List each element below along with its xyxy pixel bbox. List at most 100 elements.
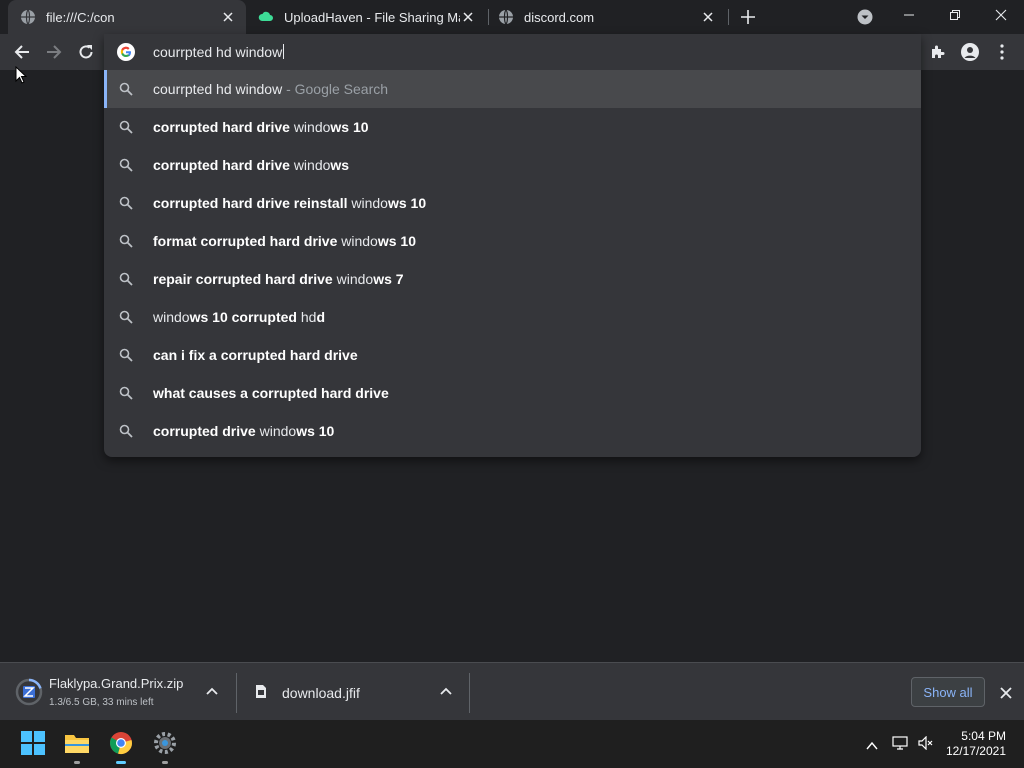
- suggestion-item[interactable]: corrupted drive windows 10: [104, 412, 921, 450]
- search-icon: [119, 424, 133, 438]
- suggestion-text-part: ws 10: [387, 195, 427, 211]
- omnibox[interactable]: courrpted hd window: [104, 34, 921, 70]
- file-explorer-button[interactable]: [62, 728, 92, 758]
- reload-button[interactable]: [72, 38, 100, 66]
- search-icon: [119, 348, 133, 362]
- suggestion-text-part: corrupted drive: [153, 423, 260, 439]
- tab-divider: [728, 9, 729, 25]
- extensions-button[interactable]: [924, 38, 952, 66]
- tab-title: file:///C:/con: [46, 9, 115, 25]
- file-icon: [256, 685, 266, 698]
- tab-discord[interactable]: discord.com: [486, 0, 726, 34]
- suggestion-text-part: corrupted hard drive reinstall: [153, 195, 352, 211]
- tab-uploadhaven[interactable]: UploadHaven - File Sharing Made: [246, 0, 486, 34]
- suggestion-text-part: windo: [336, 271, 374, 287]
- globe-icon: [20, 9, 36, 25]
- suggestion-text-part: windo: [293, 119, 331, 135]
- download-item[interactable]: download.jfif: [238, 663, 468, 721]
- search-icon: [119, 196, 133, 210]
- suggestion-text-part: courrpted hd window: [153, 81, 283, 97]
- chevron-up-icon[interactable]: [440, 685, 452, 703]
- search-icon: [119, 120, 133, 134]
- menu-button[interactable]: [988, 38, 1016, 66]
- reload-icon: [79, 45, 93, 59]
- search-icon: [119, 310, 133, 324]
- new-tab-button[interactable]: [736, 5, 760, 29]
- suggestion-item[interactable]: repair corrupted hard drive windows 7: [104, 260, 921, 298]
- tab-search-button[interactable]: [854, 6, 876, 28]
- start-button[interactable]: [18, 728, 48, 758]
- profile-button[interactable]: [956, 38, 984, 66]
- suggestion-text-part: ws 7: [373, 271, 404, 287]
- close-window-button[interactable]: [978, 0, 1024, 30]
- suggestion-text-part: can i fix a corrupted hard drive: [153, 347, 358, 363]
- forward-button[interactable]: [40, 38, 68, 66]
- volume-muted-icon[interactable]: [918, 735, 934, 755]
- suggestion-item[interactable]: corrupted hard drive windows 10: [104, 108, 921, 146]
- download-filename: Flaklypa.Grand.Prix.zip: [49, 676, 184, 691]
- download-filename: download.jfif: [282, 685, 360, 701]
- suggestion-item[interactable]: courrpted hd window - Google Search: [104, 70, 921, 108]
- suggestion-text-part: what causes a corrupted hard drive: [153, 385, 389, 401]
- running-indicator: [162, 761, 168, 764]
- kebab-menu-icon: [1000, 44, 1004, 60]
- suggestion-text-part: windo: [341, 233, 378, 249]
- suggestion-item[interactable]: format corrupted hard drive windows 10: [104, 222, 921, 260]
- suggestion-text-part: format corrupted hard drive: [153, 233, 342, 249]
- restore-button[interactable]: [932, 0, 978, 30]
- suggestion-text-part: windo: [293, 157, 331, 173]
- folder-icon: [65, 735, 89, 753]
- mouse-cursor-icon: [15, 66, 27, 84]
- suggestion-item[interactable]: what causes a corrupted hard drive: [104, 374, 921, 412]
- settings-button[interactable]: [150, 728, 180, 758]
- suggestion-text: courrpted hd window - Google Search: [153, 81, 388, 97]
- windows-logo-icon: [21, 731, 45, 755]
- text-caret: [283, 44, 285, 59]
- clock-date: 12/17/2021: [945, 744, 1006, 758]
- avatar-icon: [961, 43, 979, 61]
- running-indicator: [74, 761, 80, 764]
- suggestion-text-part: d: [316, 309, 325, 325]
- close-tab-icon[interactable]: [460, 9, 476, 25]
- suggestion-item[interactable]: windows 10 corrupted hdd: [104, 298, 921, 336]
- download-status: 1.3/6.5 GB, 33 mins left: [49, 697, 154, 708]
- tab-file-con[interactable]: file:///C:/con: [8, 0, 246, 34]
- suggestion-text: corrupted hard drive windows: [153, 157, 349, 173]
- show-all-button[interactable]: Show all: [911, 677, 985, 707]
- suggestion-text: repair corrupted hard drive windows 7: [153, 271, 404, 287]
- suggestion-text-part: corrupted hard drive: [153, 119, 294, 135]
- suggestion-text-part: ws 10: [377, 233, 416, 249]
- system-clock[interactable]: 5:04 PM 12/17/2021: [946, 729, 1006, 759]
- cloud-icon: [258, 9, 274, 25]
- suggestion-item[interactable]: can i fix a corrupted hard drive: [104, 336, 921, 374]
- omnibox-dropdown: courrpted hd window courrpted hd window …: [104, 34, 921, 457]
- suggestion-item[interactable]: corrupted hard drive windows: [104, 146, 921, 184]
- clock-time: 5:04 PM: [961, 729, 1006, 743]
- chevron-up-icon[interactable]: [206, 685, 218, 703]
- network-icon[interactable]: [892, 736, 908, 755]
- gear-icon: [154, 732, 176, 754]
- arrow-right-icon: [47, 45, 62, 59]
- suggestion-item[interactable]: corrupted hard drive reinstall windows 1…: [104, 184, 921, 222]
- close-tab-icon[interactable]: [700, 9, 716, 25]
- minimize-button[interactable]: [886, 0, 932, 30]
- chrome-button[interactable]: [106, 728, 136, 758]
- suggestion-text-part: - Google Search: [282, 81, 389, 97]
- running-indicator: [116, 761, 126, 764]
- chevron-up-icon[interactable]: [866, 738, 878, 756]
- suggestion-text-part: windo: [259, 423, 297, 439]
- download-item[interactable]: Flaklypa.Grand.Prix.zip 1.3/6.5 GB, 33 m…: [0, 663, 234, 721]
- suggestion-text-part: corrupted hard drive: [153, 157, 294, 173]
- tab-title: UploadHaven - File Sharing Made: [284, 9, 460, 25]
- suggestion-text: what causes a corrupted hard drive: [153, 385, 389, 401]
- suggestion-text-part: ws: [330, 157, 350, 173]
- download-shelf: Flaklypa.Grand.Prix.zip 1.3/6.5 GB, 33 m…: [0, 662, 1024, 720]
- search-icon: [119, 386, 133, 400]
- suggestion-text: format corrupted hard drive windows 10: [153, 233, 416, 249]
- close-tab-icon[interactable]: [220, 9, 236, 25]
- suggestion-text: corrupted hard drive reinstall windows 1…: [153, 195, 426, 211]
- close-shelf-icon[interactable]: [1000, 686, 1012, 704]
- tab-title: discord.com: [524, 9, 595, 25]
- back-button[interactable]: [8, 38, 36, 66]
- omnibox-input[interactable]: courrpted hd window: [153, 44, 285, 60]
